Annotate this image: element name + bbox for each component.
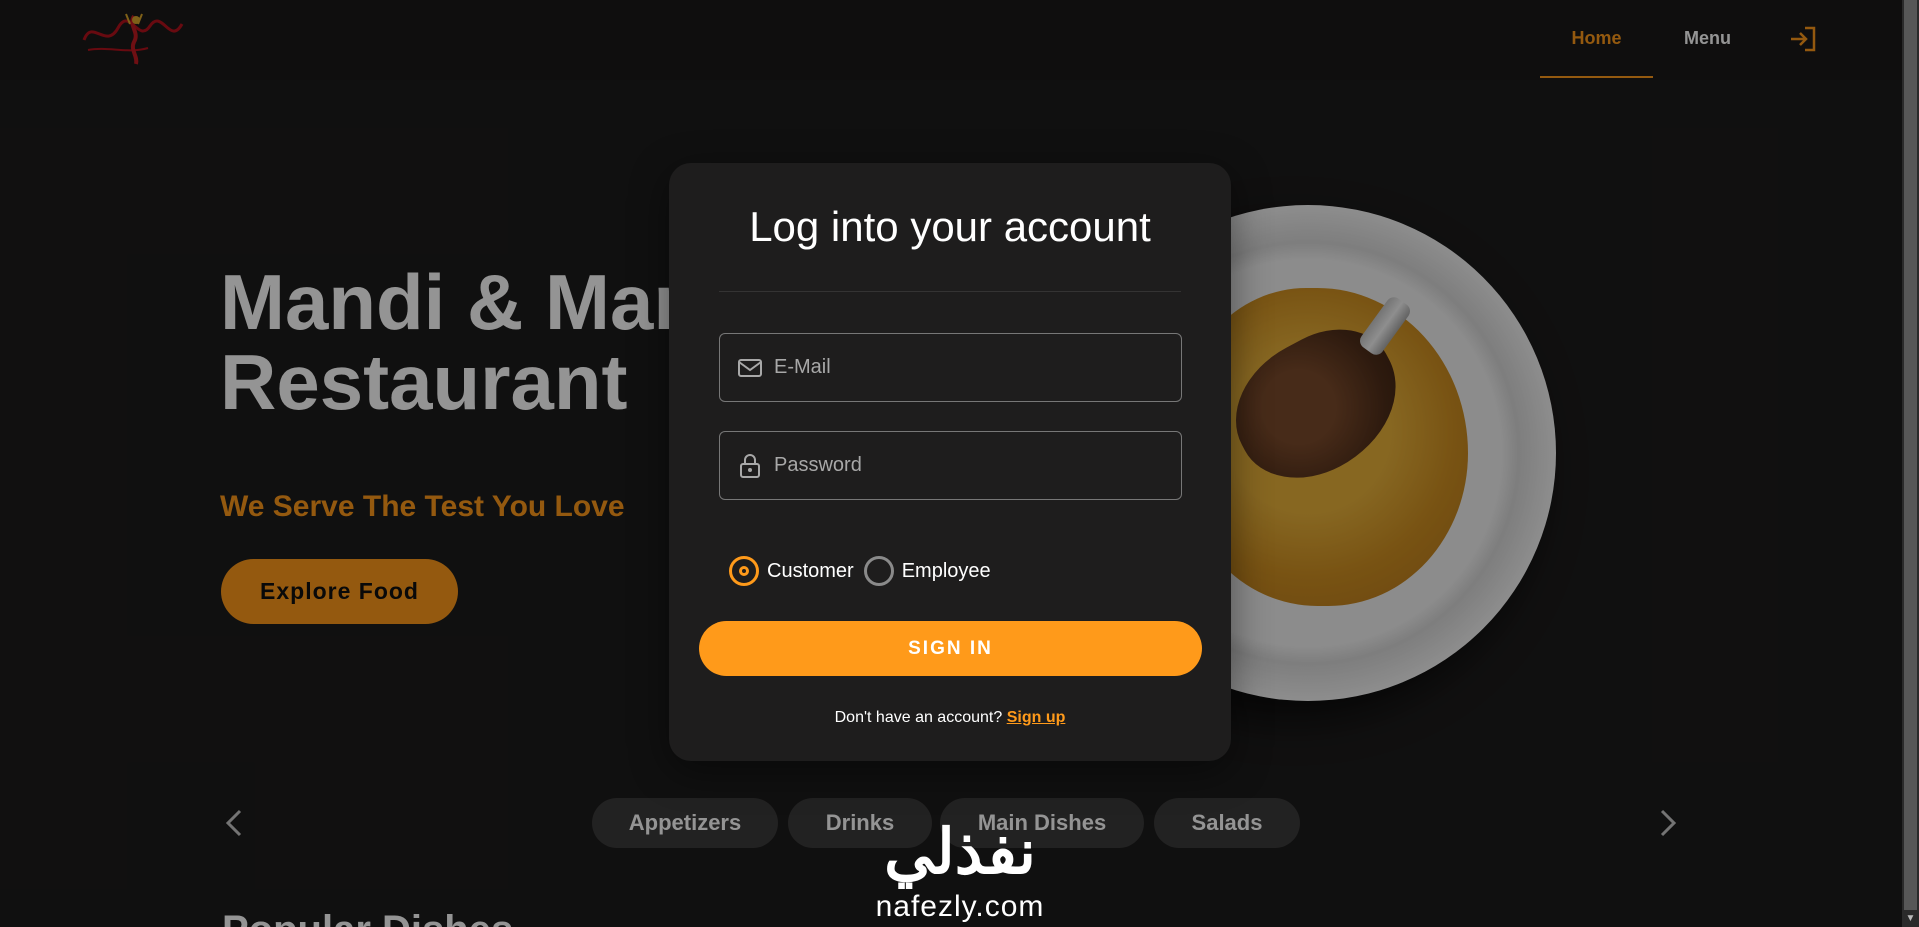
signup-prompt: Don't have an account? (834, 709, 1003, 726)
radio-checked-icon[interactable] (729, 556, 759, 586)
sign-in-button[interactable]: SIGN IN (699, 621, 1202, 676)
password-field[interactable] (719, 431, 1182, 500)
login-title: Log into your account (749, 203, 1151, 250)
sign-up-link[interactable]: Sign up (1007, 709, 1066, 726)
mail-icon (738, 358, 762, 377)
radio-customer-label[interactable]: Customer (767, 560, 854, 583)
watermark: نفذلي nafezly.com (852, 820, 1068, 927)
email-input[interactable] (774, 334, 1181, 401)
radio-customer[interactable]: Customer (729, 556, 854, 586)
radio-unchecked-icon[interactable] (863, 556, 894, 586)
lock-icon (740, 453, 760, 478)
email-field[interactable] (719, 333, 1182, 402)
signup-row: Don't have an account? Sign up (669, 709, 1231, 727)
watermark-latin: nafezly.com (875, 890, 1045, 923)
role-radio-group: Customer Employee (729, 556, 1001, 586)
scrollbar-thumb[interactable] (1904, 0, 1917, 910)
password-input[interactable] (774, 432, 1181, 499)
login-modal: Log into your account Customer Employee … (669, 163, 1231, 761)
radio-employee[interactable]: Employee (863, 556, 991, 586)
divider (719, 291, 1181, 292)
watermark-arabic: نفذلي (884, 818, 1036, 887)
scrollbar[interactable]: ▼ (1902, 0, 1919, 927)
radio-employee-label[interactable]: Employee (902, 560, 991, 583)
scroll-down-icon[interactable]: ▼ (1902, 910, 1919, 927)
